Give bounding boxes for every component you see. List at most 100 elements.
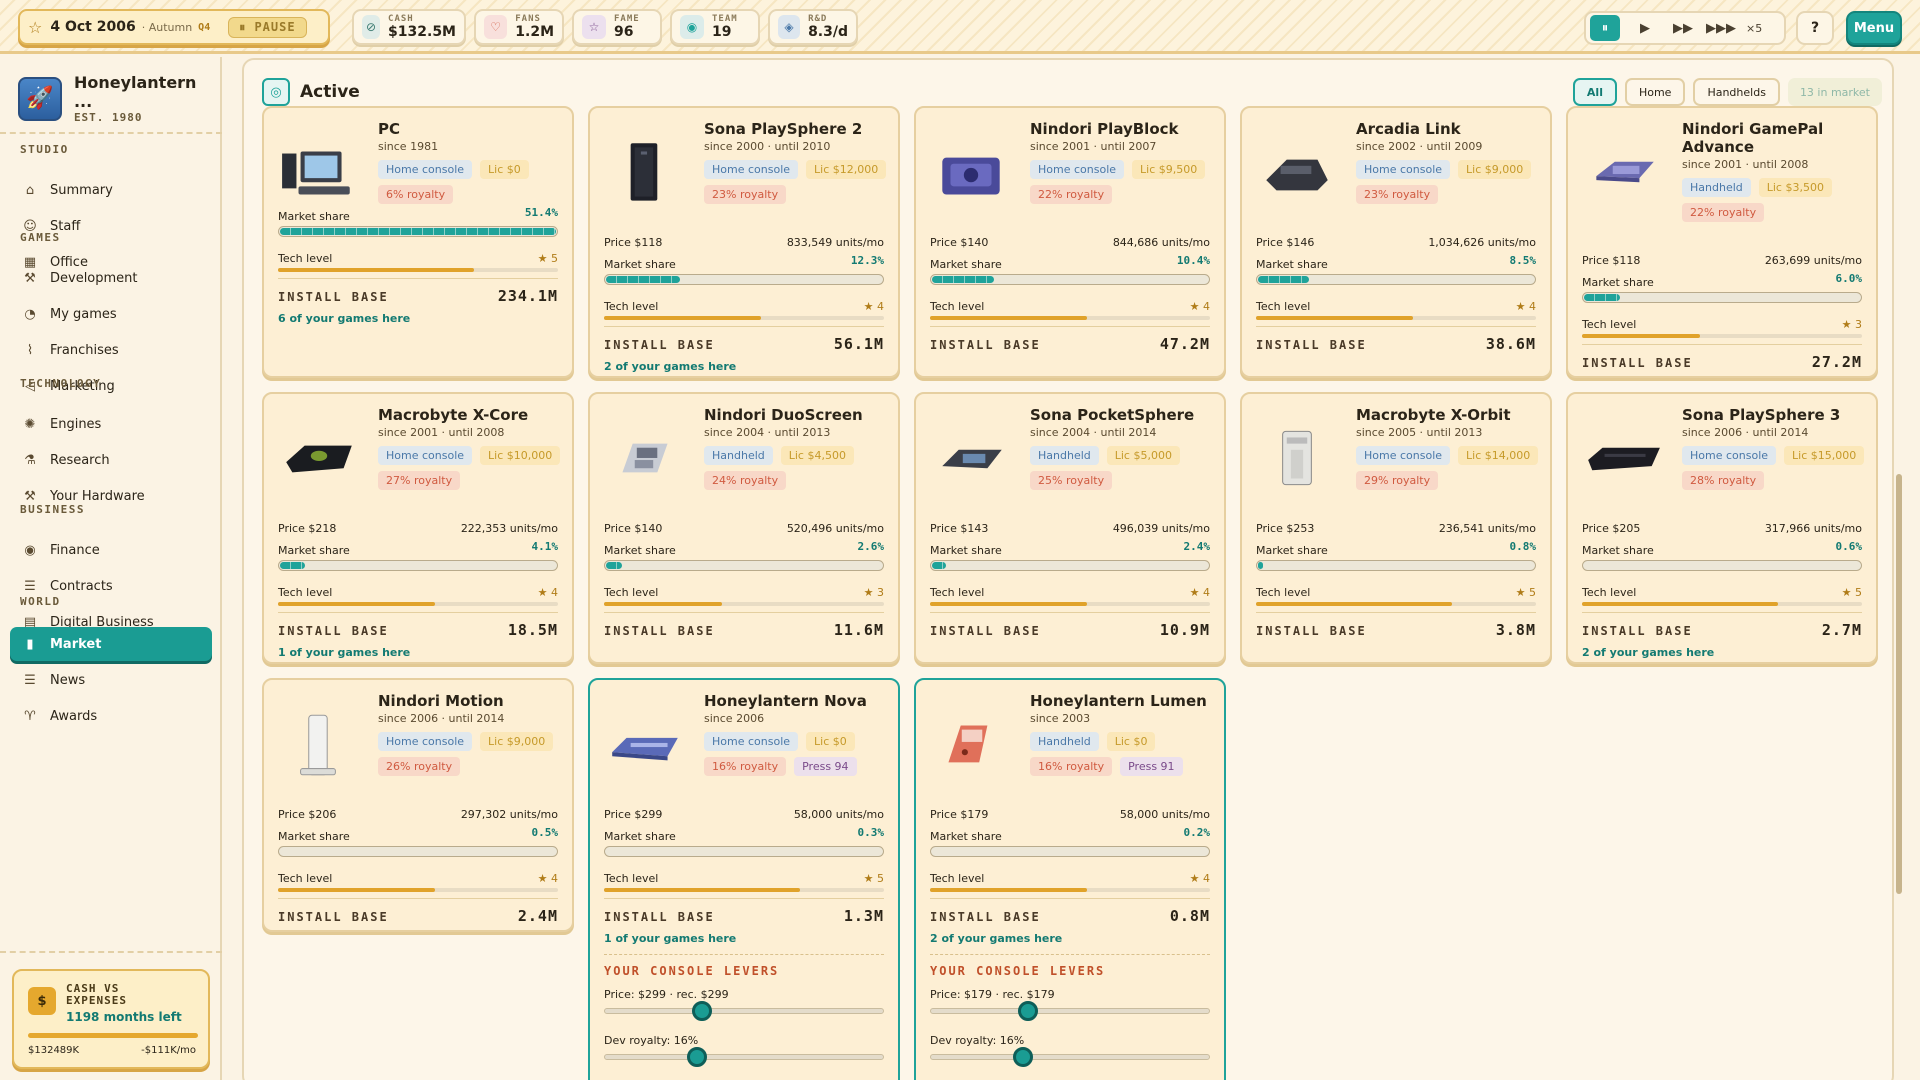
months-left: 1198 months left bbox=[66, 1010, 182, 1024]
royalty-slider[interactable] bbox=[930, 1047, 1210, 1067]
console-card[interactable]: PC since 1981 Home console Lic $0 6% royalty… bbox=[262, 106, 574, 378]
your-games-link[interactable]: 1 of your games here bbox=[604, 932, 736, 945]
market-share-bar bbox=[278, 846, 558, 857]
console-card[interactable]: Nindori Motion since 2006 · until 2014 Hom… bbox=[262, 678, 574, 932]
menu-button[interactable]: Menu bbox=[1846, 11, 1902, 45]
units-per-month: 58,000 units/mo bbox=[1119, 808, 1210, 821]
market-share-label: Market share bbox=[604, 830, 676, 843]
console-tags: Home console Lic $12,000 23% royalty bbox=[704, 160, 898, 204]
price-slider[interactable] bbox=[930, 1001, 1210, 1021]
market-share-label: Market share bbox=[1582, 544, 1654, 557]
your-games-link[interactable]: 2 of your games here bbox=[604, 360, 736, 373]
console-card[interactable]: Sona PocketSphere since 2004 · until 2014… bbox=[914, 392, 1226, 664]
console-image bbox=[930, 424, 1012, 494]
sidebar-item-market[interactable]: ▮ Market bbox=[10, 627, 212, 661]
install-base-label: INSTALL BASE bbox=[930, 910, 1041, 924]
install-base-row: INSTALL BASE 1.3M bbox=[604, 898, 884, 925]
console-card[interactable]: Sona PlaySphere 3 since 2006 · until 2014… bbox=[1566, 392, 1878, 664]
sidebar-item-my-games[interactable]: ◔ My games bbox=[10, 297, 212, 331]
your-games-link[interactable]: 2 of your games here bbox=[1582, 646, 1714, 659]
your-games-link[interactable]: 6 of your games here bbox=[278, 312, 410, 325]
slider-handle[interactable] bbox=[1018, 1001, 1039, 1021]
expenses-amount: -$111K/mo bbox=[141, 1045, 196, 1056]
fame-stat[interactable]: ☆ FAME 96 bbox=[572, 9, 662, 45]
nav-section-games: GAMES bbox=[20, 231, 61, 244]
scrollbar[interactable] bbox=[1896, 474, 1902, 894]
platform-type-tag: Handheld bbox=[1030, 446, 1099, 465]
fast-forward-button[interactable]: ▶▶ bbox=[1664, 15, 1702, 41]
your-games-link[interactable]: 1 of your games here bbox=[278, 646, 410, 659]
license-tag: Lic $3,500 bbox=[1758, 178, 1832, 197]
install-base-value: 2.7M bbox=[1821, 621, 1862, 639]
team-stat[interactable]: ◉ TEAM 19 bbox=[670, 9, 760, 45]
sidebar-item-finance[interactable]: ◉ Finance bbox=[10, 533, 212, 567]
filter-all[interactable]: All bbox=[1572, 78, 1617, 106]
tech-level-label: Tech level bbox=[278, 586, 333, 599]
filter-handhelds[interactable]: Handhelds bbox=[1693, 78, 1780, 106]
royalty-tag: 28% royalty bbox=[1682, 471, 1765, 490]
console-name: Sona PlaySphere 3 bbox=[1682, 406, 1841, 424]
console-card[interactable]: Nindori DuoScreen since 2004 · until 2013… bbox=[588, 392, 900, 664]
sidebar-item-franchises[interactable]: ⌇ Franchises bbox=[10, 333, 212, 367]
console-lifespan: since 2003 bbox=[1030, 712, 1091, 725]
slider-handle[interactable] bbox=[1012, 1047, 1033, 1067]
slider-handle[interactable] bbox=[692, 1001, 713, 1021]
market-panel: ◎ Active All Home Handhelds 13 in market… bbox=[242, 58, 1902, 1080]
console-card[interactable]: Honeylantern Nova since 2006 Home console L… bbox=[588, 678, 900, 1080]
play-button[interactable]: ▶ bbox=[1626, 15, 1664, 41]
help-button[interactable]: ? bbox=[1796, 11, 1834, 45]
tech-level-row: Tech level ★ 5 bbox=[1256, 586, 1536, 599]
sidebar-item-development[interactable]: ⚒ Development bbox=[10, 261, 212, 295]
your-games-link[interactable]: 2 of your games here bbox=[930, 932, 1062, 945]
console-card[interactable]: Arcadia Link since 2002 · until 2009 Home … bbox=[1240, 106, 1552, 378]
console-card[interactable]: Nindori PlayBlock since 2001 · until 2007… bbox=[914, 106, 1226, 378]
cash-vs-expenses-card[interactable]: $ CASH VS EXPENSES 1198 months left $132… bbox=[12, 969, 210, 1069]
market-share-bar bbox=[278, 560, 558, 571]
nav-section-world: WORLD bbox=[20, 595, 61, 608]
price-row: Price $218 222,353 units/mo bbox=[278, 522, 558, 535]
sidebar-item-label: Summary bbox=[50, 182, 113, 198]
console-price: Price $140 bbox=[604, 522, 663, 535]
slider-handle[interactable] bbox=[686, 1047, 707, 1067]
royalty-tag: 23% royalty bbox=[1356, 185, 1439, 204]
sidebar-item-label: My games bbox=[50, 306, 117, 322]
cash-bar bbox=[28, 1033, 198, 1038]
console-card[interactable]: Macrobyte X-Orbit since 2005 · until 2013… bbox=[1240, 392, 1552, 664]
tech-level-row: Tech level ★ 5 bbox=[278, 252, 558, 265]
market-share-value: 6.0% bbox=[1835, 272, 1863, 285]
tech-level-bar bbox=[278, 888, 558, 892]
tech-level-bar bbox=[930, 602, 1210, 606]
market-share-value: 0.6% bbox=[1835, 540, 1863, 553]
console-card[interactable]: Macrobyte X-Core since 2001 · until 2008 H… bbox=[262, 392, 574, 664]
console-card[interactable]: Honeylantern Lumen since 2003 Handheld Lic … bbox=[914, 678, 1226, 1080]
fans-stat[interactable]: ♡ FANS 1.2M bbox=[474, 9, 564, 45]
sidebar-item-awards[interactable]: ♈ Awards bbox=[10, 699, 212, 733]
rnd-stat[interactable]: ◈ R&D 8.3/d bbox=[768, 9, 858, 45]
royalty-tag: 16% royalty bbox=[1030, 757, 1113, 776]
price-slider[interactable] bbox=[604, 1001, 884, 1021]
install-base-label: INSTALL BASE bbox=[278, 624, 389, 638]
cash-stat[interactable]: ⊘ CASH $132.5M bbox=[352, 9, 466, 45]
sidebar-item-engines[interactable]: ✺ Engines bbox=[10, 407, 212, 441]
tech-level-stars: ★ 3 bbox=[1841, 318, 1862, 331]
console-card[interactable]: Sona PlaySphere 2 since 2000 · until 2010… bbox=[588, 106, 900, 378]
console-name: PC bbox=[378, 120, 401, 138]
console-card[interactable]: Nindori GamePal Advance since 2001 · unti… bbox=[1566, 106, 1878, 378]
console-image bbox=[278, 424, 360, 494]
coin-icon: ⊘ bbox=[362, 15, 381, 39]
sidebar-item-news[interactable]: ☰ News bbox=[10, 663, 212, 697]
fastest-button[interactable]: ▶▶▶ bbox=[1702, 15, 1740, 41]
speed-multiplier: ×5 bbox=[1746, 21, 1763, 35]
section-title: Active bbox=[300, 82, 360, 102]
tech-level-stars: ★ 5 bbox=[1841, 586, 1862, 599]
flask-icon: ◈ bbox=[778, 15, 801, 39]
pause-speed-button[interactable]: ⏸ bbox=[1590, 15, 1620, 41]
sidebar-item-summary[interactable]: ⌂ Summary bbox=[10, 173, 212, 207]
sidebar-item-research[interactable]: ⚗ Research bbox=[10, 443, 212, 477]
install-base-value: 11.6M bbox=[833, 621, 884, 639]
pause-button[interactable]: ⏸ PAUSE bbox=[228, 16, 307, 38]
studio-brand[interactable]: 🚀 Honeylantern ... EST. 1980 bbox=[18, 73, 220, 124]
royalty-slider[interactable] bbox=[604, 1047, 884, 1067]
filter-home[interactable]: Home bbox=[1624, 78, 1686, 106]
coin-icon: ◉ bbox=[24, 542, 36, 558]
